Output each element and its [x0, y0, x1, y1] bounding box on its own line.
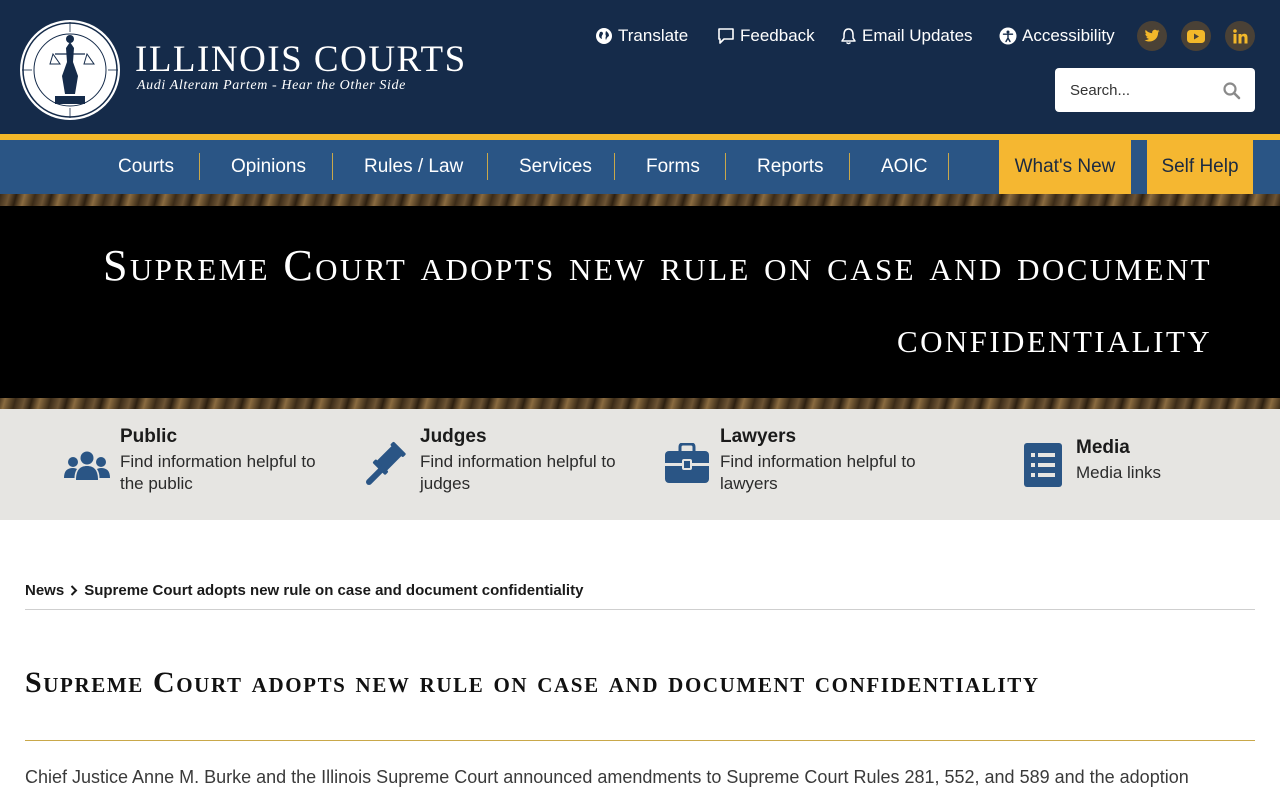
- people-icon[interactable]: [64, 449, 110, 481]
- public-title[interactable]: Public: [120, 426, 177, 448]
- lawyers-desc: Find information helpful to lawyers: [720, 452, 916, 493]
- nav-divider: [725, 153, 726, 180]
- state-seal-logo[interactable]: [19, 18, 121, 122]
- chat-bubble-icon: [718, 28, 734, 44]
- breadcrumb: News Supreme Court adopts new rule on ca…: [25, 579, 583, 601]
- nav-item-reports[interactable]: Reports: [757, 140, 824, 194]
- nav-divider: [332, 153, 333, 180]
- breadcrumb-current: Supreme Court adopts new rule on case an…: [84, 581, 584, 599]
- accessibility-link[interactable]: Accessibility: [999, 24, 1115, 48]
- site-tagline: Audi Alteram Partem - Hear the Other Sid…: [137, 78, 406, 93]
- email-updates-label: Email Updates: [862, 26, 973, 45]
- self-help-button[interactable]: Self Help: [1147, 140, 1253, 194]
- nav-item-services[interactable]: Services: [519, 140, 592, 194]
- media-title[interactable]: Media: [1076, 437, 1130, 459]
- article-title: Supreme Court adopts new rule on case an…: [25, 666, 1040, 699]
- feedback-label: Feedback: [740, 26, 815, 45]
- nav-divider: [487, 153, 488, 180]
- search-icon[interactable]: [1221, 80, 1243, 102]
- youtube-icon: [1187, 29, 1205, 43]
- nav-divider: [199, 153, 200, 180]
- email-updates-link[interactable]: Email Updates: [840, 24, 973, 48]
- gavel-icon[interactable]: [364, 441, 410, 487]
- youtube-link[interactable]: [1181, 21, 1211, 51]
- nav-item-aoic[interactable]: AOIC: [881, 140, 927, 194]
- title-divider: [25, 740, 1255, 741]
- media-desc: Media links: [1076, 463, 1162, 482]
- nav-item-opinions[interactable]: Opinions: [231, 140, 306, 194]
- hero-title: Supreme Court adopts new rule on case an…: [102, 241, 1212, 362]
- nav-item-courts[interactable]: Courts: [118, 140, 174, 194]
- site-title[interactable]: ILLINOIS COURTS: [135, 40, 467, 80]
- breadcrumb-news-link[interactable]: News: [25, 582, 64, 599]
- breadcrumb-divider: [25, 609, 1255, 610]
- accessibility-icon: [999, 27, 1017, 45]
- nav-item-rules-law[interactable]: Rules / Law: [364, 140, 463, 194]
- nav-item-forms[interactable]: Forms: [646, 140, 700, 194]
- judges-desc: Find information helpful to judges: [420, 452, 616, 493]
- linkedin-icon: [1232, 28, 1247, 43]
- bell-icon: [841, 28, 856, 45]
- feedback-link[interactable]: Feedback: [717, 24, 815, 48]
- hero-banner: Supreme Court adopts new rule on case an…: [0, 194, 1280, 409]
- translate-label: Translate: [618, 26, 689, 45]
- translate-link[interactable]: Translate: [595, 24, 688, 48]
- twitter-link[interactable]: [1137, 21, 1167, 51]
- linkedin-link[interactable]: [1225, 21, 1255, 51]
- list-icon[interactable]: [1023, 442, 1063, 488]
- article-body: Chief Justice Anne M. Burke and the Illi…: [25, 767, 1189, 787]
- globe-icon: [596, 28, 612, 44]
- search-input[interactable]: [1055, 68, 1215, 112]
- chevron-right-icon: [70, 584, 78, 596]
- nav-divider: [948, 153, 949, 180]
- accessibility-label: Accessibility: [1022, 26, 1115, 45]
- lawyers-title[interactable]: Lawyers: [720, 426, 796, 448]
- public-desc: Find information helpful to the public: [120, 452, 316, 493]
- nav-divider: [614, 153, 615, 180]
- briefcase-icon[interactable]: [664, 443, 710, 485]
- judges-title[interactable]: Judges: [420, 426, 487, 448]
- whats-new-button[interactable]: What's New: [999, 140, 1131, 194]
- twitter-icon: [1144, 29, 1160, 42]
- nav-divider: [849, 153, 850, 180]
